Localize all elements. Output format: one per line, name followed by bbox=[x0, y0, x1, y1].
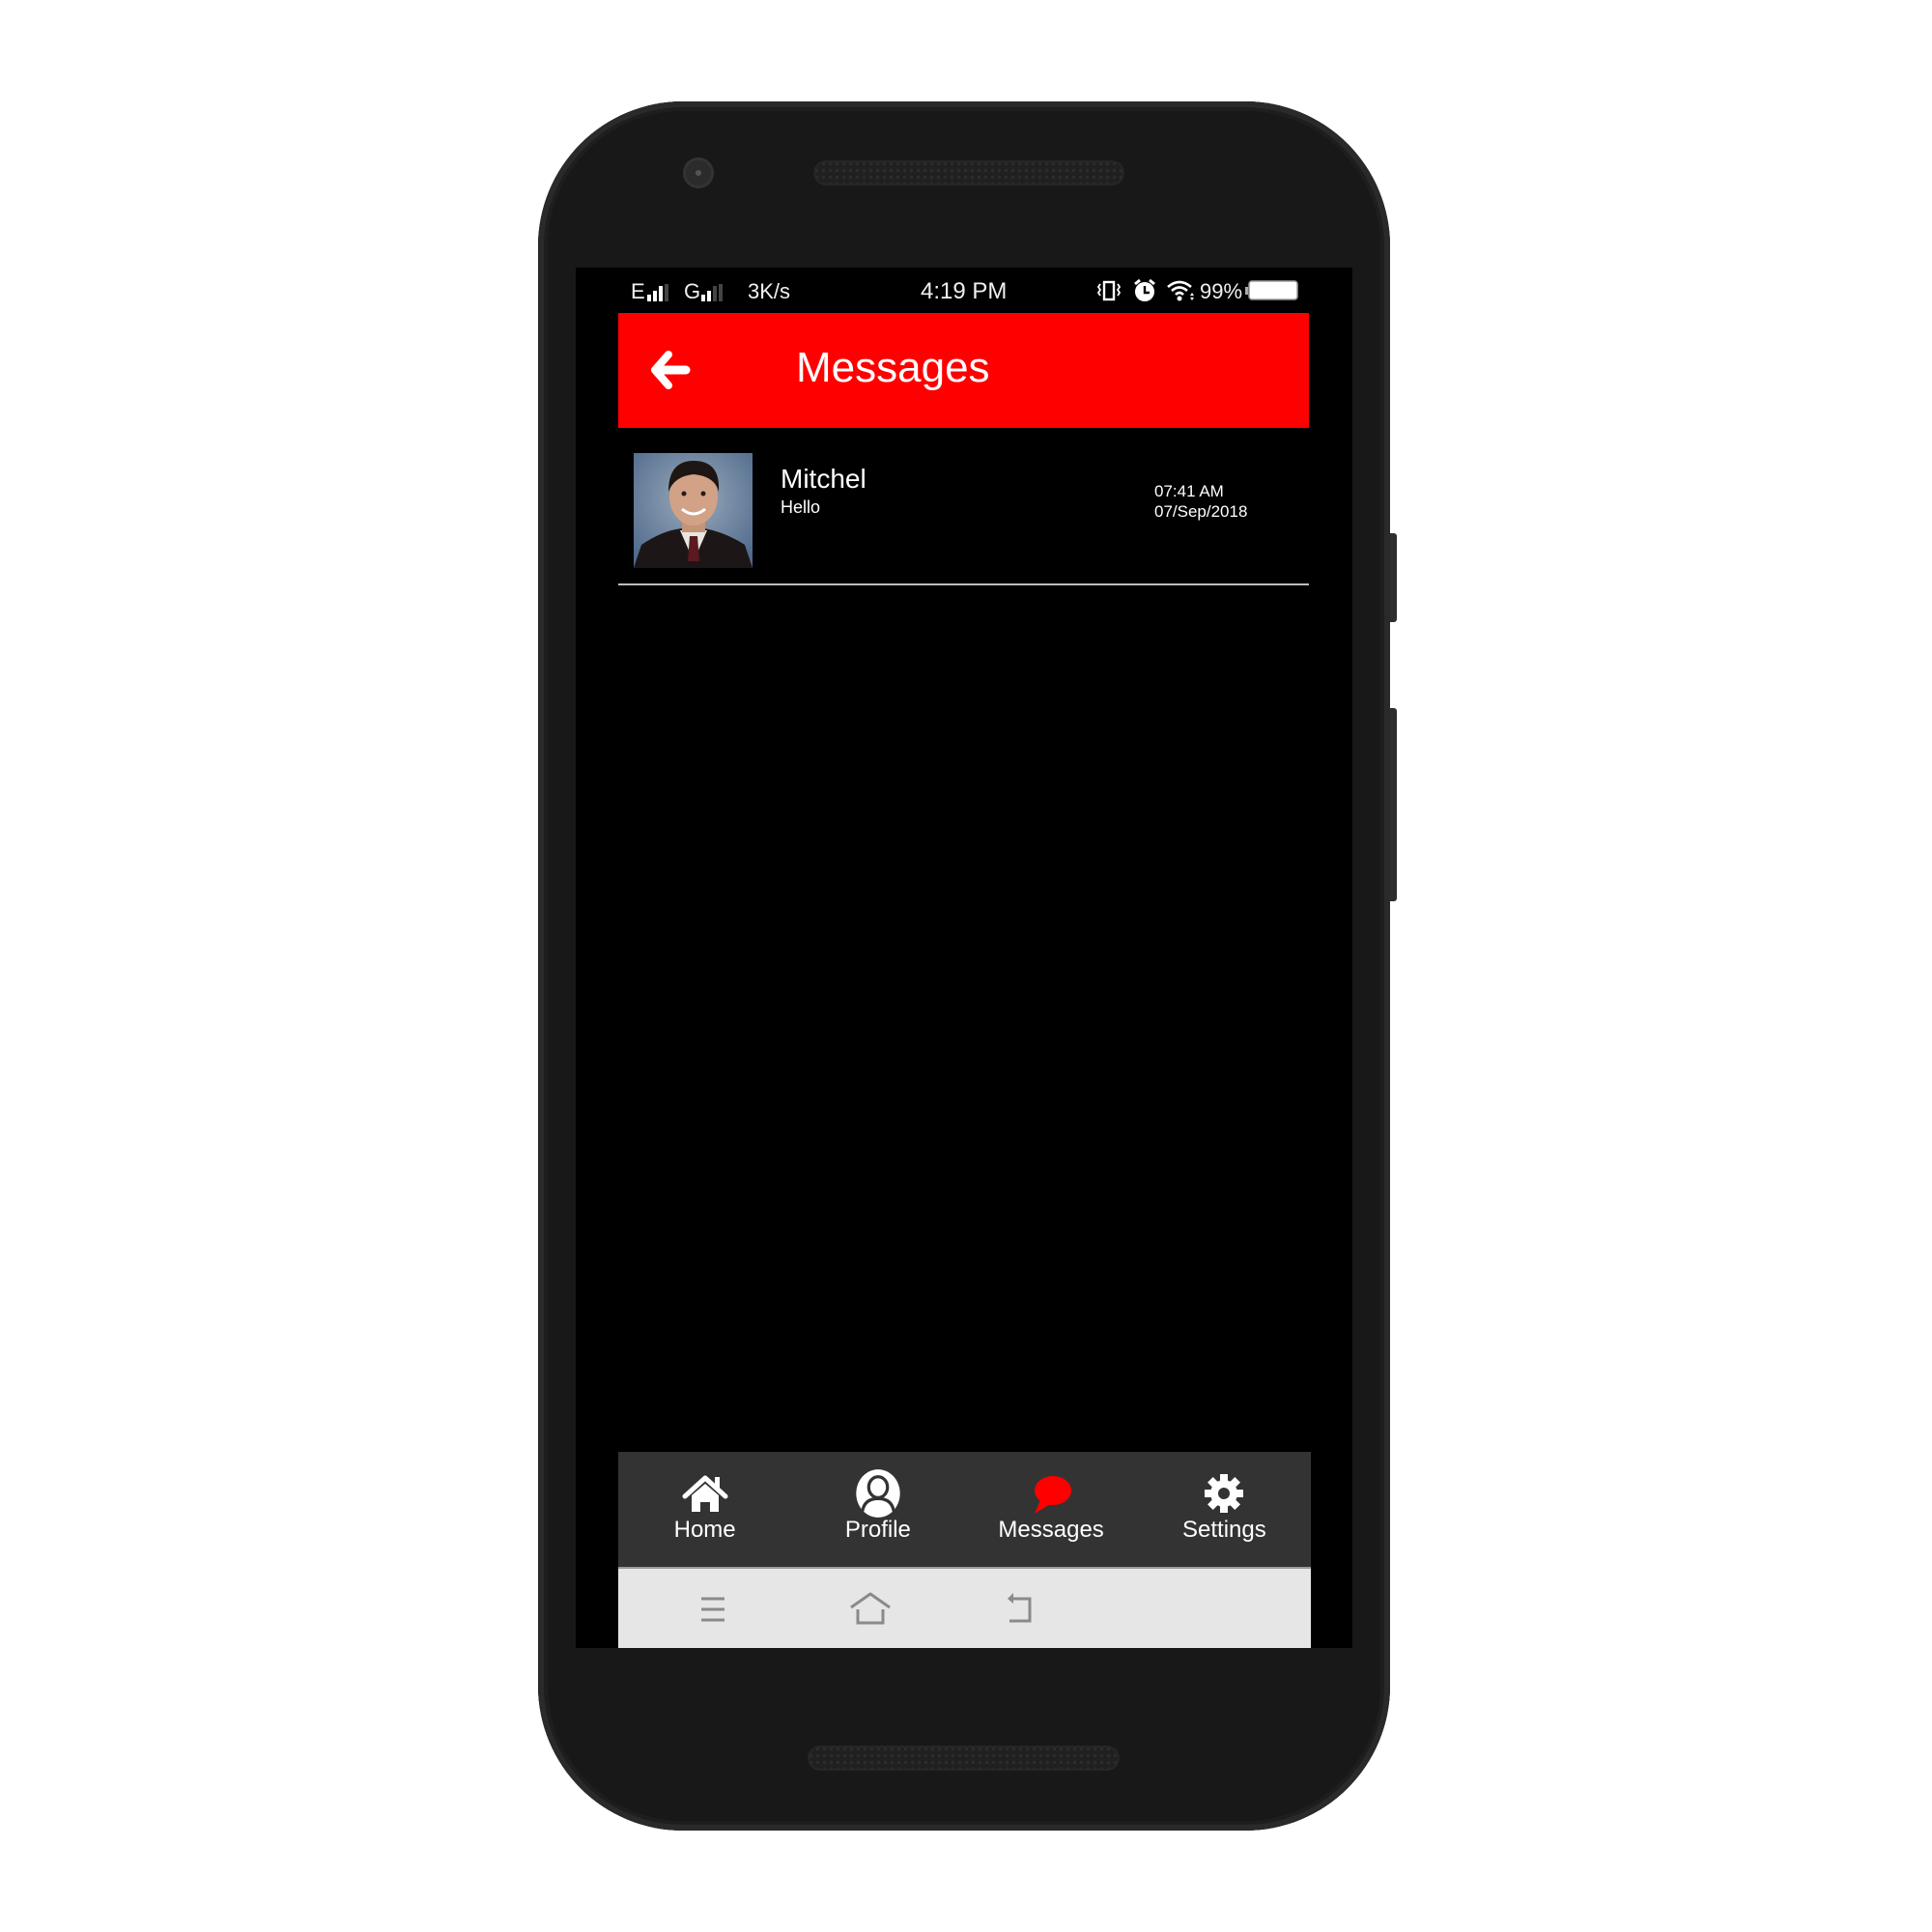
menu-icon[interactable] bbox=[694, 1590, 732, 1629]
divider bbox=[618, 583, 1309, 585]
tab-profile-label: Profile bbox=[844, 1517, 911, 1543]
chat-bubble-icon bbox=[1035, 1476, 1072, 1514]
tab-home-label: Home bbox=[673, 1517, 736, 1543]
gear-icon bbox=[1205, 1474, 1244, 1513]
contact-name: Mitchel bbox=[781, 464, 867, 494]
network-type-2: G bbox=[684, 279, 701, 303]
screen: E G 3K/s 4:19 PM 99% Messages Mitchel He… bbox=[576, 268, 1352, 1648]
message-date: 07/Sep/2018 bbox=[1154, 502, 1248, 521]
avatar bbox=[634, 453, 753, 568]
message-time: 07:41 AM bbox=[1154, 482, 1224, 500]
app-bar: Messages bbox=[618, 313, 1309, 428]
tab-messages-label: Messages bbox=[998, 1517, 1104, 1543]
battery-level: 99% bbox=[1200, 279, 1243, 303]
bottom-speaker bbox=[808, 1746, 1120, 1771]
battery-icon bbox=[1245, 280, 1299, 305]
profile-icon bbox=[856, 1469, 900, 1518]
vibrate-icon bbox=[1095, 279, 1122, 306]
network-type-1: E bbox=[631, 279, 645, 303]
conversation-item[interactable]: Mitchel Hello 07:41 AM 07/Sep/2018 bbox=[618, 441, 1309, 585]
network-speed: 3K/s bbox=[748, 279, 791, 303]
clock: 4:19 PM bbox=[921, 278, 1008, 304]
alarm-icon bbox=[1132, 278, 1157, 307]
page-title: Messages bbox=[796, 344, 990, 391]
front-camera bbox=[683, 157, 714, 188]
tab-profile[interactable]: Profile bbox=[791, 1452, 964, 1567]
tab-home[interactable]: Home bbox=[618, 1452, 791, 1567]
tab-settings-label: Settings bbox=[1182, 1517, 1266, 1543]
back-button[interactable] bbox=[649, 349, 692, 391]
system-home-icon[interactable] bbox=[847, 1590, 894, 1629]
signal-icon-2 bbox=[701, 280, 723, 301]
arrow-left-icon bbox=[651, 351, 691, 389]
bottom-nav: Home Profile Messages Settings bbox=[618, 1452, 1311, 1567]
top-speaker bbox=[813, 160, 1124, 185]
system-back-icon[interactable] bbox=[1000, 1590, 1038, 1629]
status-bar: E G 3K/s 4:19 PM 99% bbox=[576, 268, 1352, 314]
wifi-icon bbox=[1166, 279, 1197, 306]
message-preview: Hello bbox=[781, 497, 821, 517]
signal-icon bbox=[647, 280, 668, 301]
home-icon bbox=[682, 1475, 728, 1512]
tab-messages[interactable]: Messages bbox=[965, 1452, 1138, 1567]
message-timestamp: 07:41 AM 07/Sep/2018 bbox=[1154, 481, 1247, 522]
tab-settings[interactable]: Settings bbox=[1138, 1452, 1311, 1567]
system-nav-bar bbox=[618, 1567, 1311, 1648]
